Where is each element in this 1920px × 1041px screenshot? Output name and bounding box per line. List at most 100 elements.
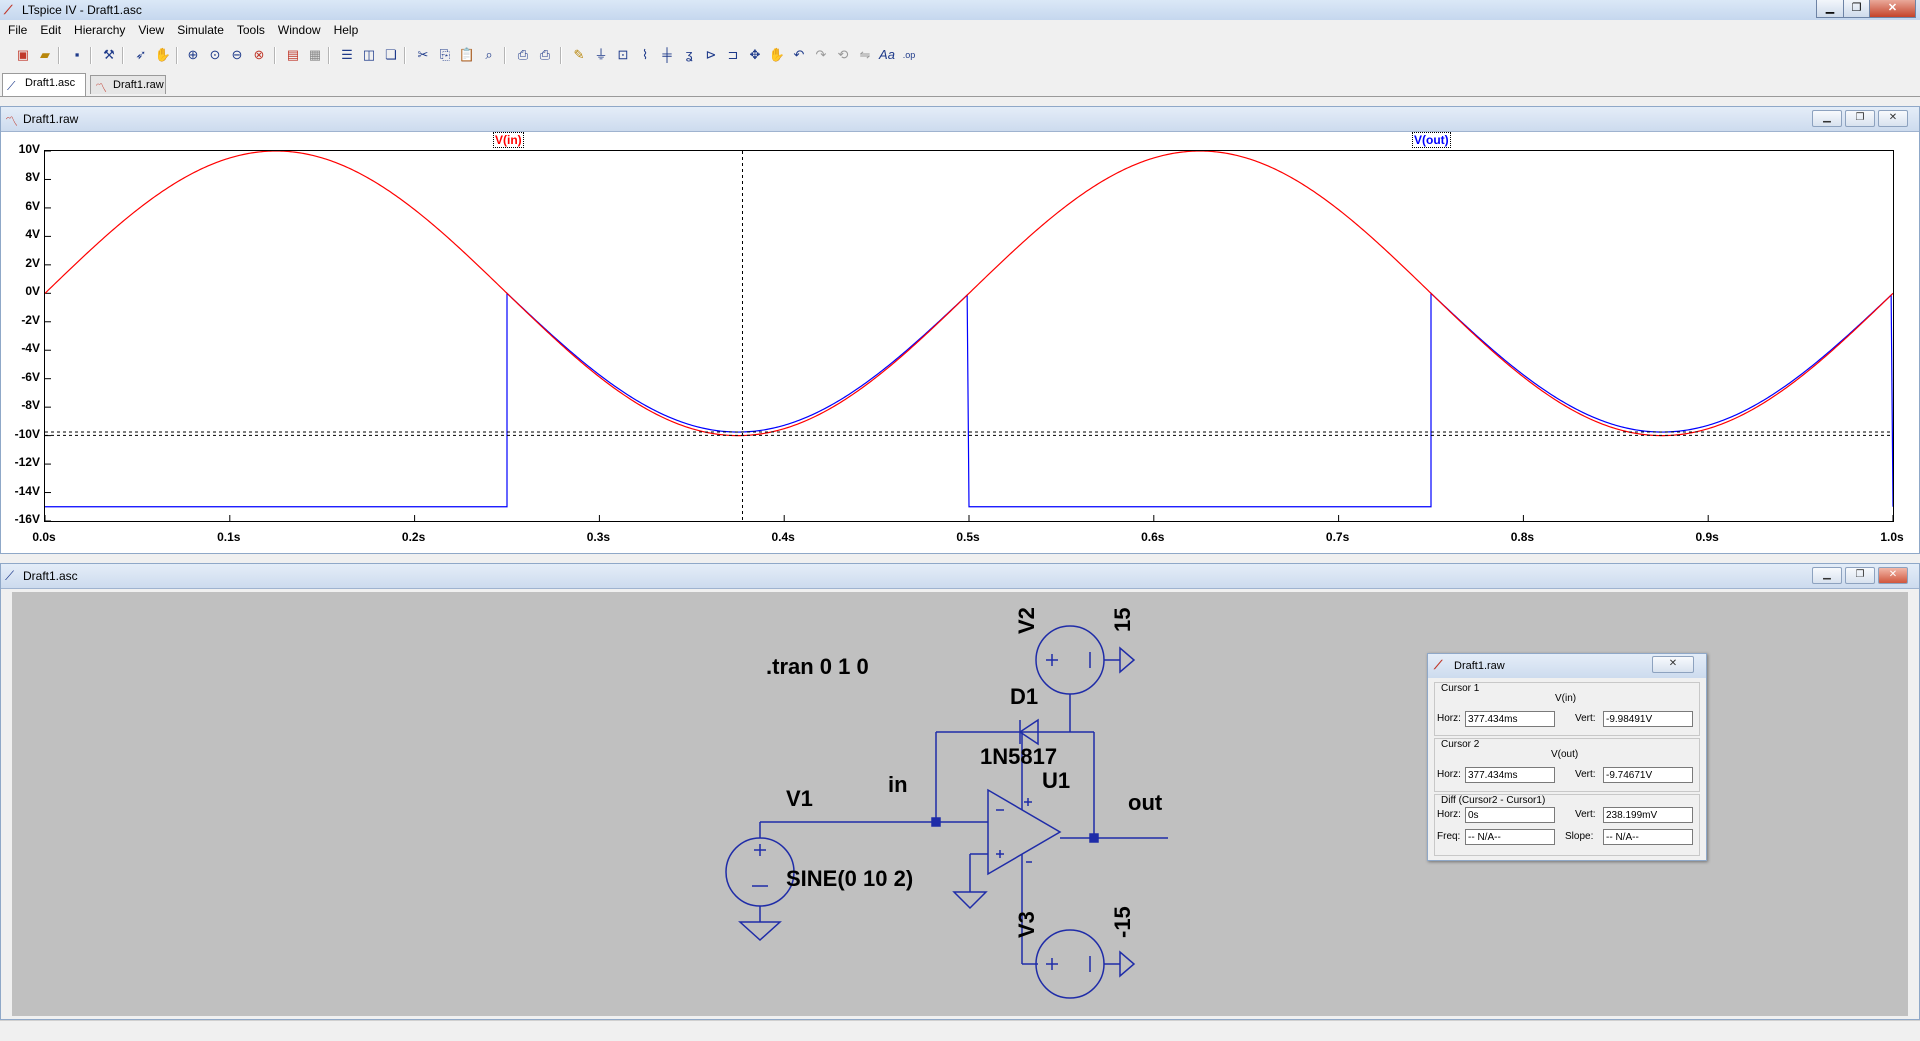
copy-icon[interactable]: ⎘ [436,46,454,64]
diff-slope-field[interactable]: -- N/A-- [1603,829,1693,845]
mdi-close-button[interactable]: ✕ [1878,567,1908,584]
menu-help[interactable]: Help [326,20,364,37]
autorange-icon[interactable]: ▤ [284,46,302,64]
mdi-close-button[interactable]: ✕ [1878,110,1908,127]
document-tabs: ⟋ Draft1.asc 〽 Draft1.raw [0,73,1920,97]
label-v3[interactable]: V3 [1014,911,1040,938]
text-icon[interactable]: Aa [878,46,896,64]
cursor-dialog: ⟋ Draft1.raw ✕ Cursor 1 V(in) Horz: 377.… [1427,653,1707,861]
save-icon[interactable]: ▪ [68,46,86,64]
diff-vert-field[interactable]: 238.199mV [1603,807,1693,823]
cursor-dialog-close-button[interactable]: ✕ [1652,656,1694,673]
draw-wire-icon[interactable]: ✎ [570,46,588,64]
trace-label-vout[interactable]: V(out) [1412,132,1451,148]
y-tick-label: -14V [14,483,40,498]
new-schematic-icon[interactable]: ▣ [14,46,32,64]
find-icon[interactable]: ⌕ [480,46,498,64]
label-v3-value[interactable]: -15 [1110,906,1136,938]
inductor-icon[interactable]: ʓ [680,46,698,64]
tile-horizontal-icon[interactable]: ☰ [338,46,356,64]
close-button[interactable]: ✕ [1869,0,1916,18]
ground-icon[interactable]: ⏚ [592,46,610,64]
minimize-button[interactable]: ▁ [1816,0,1844,18]
mdi-minimize-button[interactable]: ▁ [1812,110,1842,127]
maximize-button[interactable]: ❐ [1843,0,1870,18]
pan-icon[interactable]: ⊙ [206,46,224,64]
run-icon[interactable]: ➶ [132,46,150,64]
horz-label: Horz: [1437,713,1461,724]
print-setup-icon[interactable]: ⎙ [514,46,532,64]
zoom-in-icon[interactable]: ⊕ [184,46,202,64]
cascade-icon[interactable]: ❏ [382,46,400,64]
label-v1-value[interactable]: SINE(0 10 2) [786,866,913,892]
undo-icon[interactable]: ↶ [790,46,808,64]
rotate-icon[interactable]: ⟲ [834,46,852,64]
spice-directive[interactable]: .tran 0 1 0 [766,654,869,680]
label-net-icon[interactable]: ⊡ [614,46,632,64]
menu-edit[interactable]: Edit [32,20,66,37]
cursor1-trace: V(in) [1555,693,1577,704]
label-v2[interactable]: V2 [1014,607,1040,634]
x-tick-label: 0.6s [1141,530,1165,544]
diode-icon[interactable]: ⊳ [702,46,720,64]
toolbar: ▣ ▰ ▪ ⚒ ➶ ✋ ⊕ ⊙ ⊖ ⊗ ▤ ▦ ☰ ◫ ❏ ✂ ⎘ 📋 ⌕ ⎙ … [0,43,1920,69]
component-icon[interactable]: ⊐ [724,46,742,64]
print-icon[interactable]: ⎙ [536,46,554,64]
grid-icon[interactable]: ▦ [306,46,324,64]
schematic-icon: ⟋ [5,568,15,583]
menu-window[interactable]: Window [270,20,326,37]
cursor2-horz-field[interactable]: 377.434ms [1465,767,1555,783]
cursor1-vert-field[interactable]: -9.98491V [1603,711,1693,727]
waveform-icon: 〽 [5,114,19,129]
label-u1[interactable]: U1 [1042,768,1070,794]
capacitor-icon[interactable]: ╪ [658,46,676,64]
menu-tools[interactable]: Tools [229,20,270,37]
menu-file[interactable]: File [0,20,32,37]
trace-label-vin[interactable]: V(in) [493,132,524,148]
menu-view[interactable]: View [130,20,169,37]
cut-icon[interactable]: ✂ [414,46,432,64]
tab-draft1-asc[interactable]: ⟋ Draft1.asc [2,73,86,96]
label-v1[interactable]: V1 [786,786,813,812]
x-tick-label: 0.0s [32,530,56,544]
label-v2-value[interactable]: 15 [1110,608,1136,632]
cursor2-trace: V(out) [1551,749,1579,760]
waveform-plot[interactable] [44,150,1894,522]
cursor1-horz-field[interactable]: 377.434ms [1465,711,1555,727]
mdi-restore-button[interactable]: ❐ [1845,567,1875,584]
halt-icon[interactable]: ✋ [154,46,172,64]
control-panel-icon[interactable]: ⚒ [100,46,118,64]
zoom-fit-icon[interactable]: ⊗ [250,46,268,64]
diff-heading: Diff (Cursor2 - Cursor1) [1441,795,1546,806]
mdi-minimize-button[interactable]: ▁ [1812,567,1842,584]
y-tick-label: 6V [25,198,40,213]
schematic-icon: ⟋ [7,79,16,93]
net-label-out[interactable]: out [1128,790,1162,816]
trace-vin [45,151,1893,437]
menu-hierarchy[interactable]: Hierarchy [66,20,130,37]
diff-freq-field[interactable]: -- N/A-- [1465,829,1555,845]
tab-draft1-raw[interactable]: 〽 Draft1.raw [90,75,166,95]
cursor2-vert-field[interactable]: -9.74671V [1603,767,1693,783]
mdi-restore-button[interactable]: ❐ [1845,110,1875,127]
spice-directive-icon[interactable]: .op [900,46,918,64]
resistor-icon[interactable]: ⌇ [636,46,654,64]
menu-simulate[interactable]: Simulate [169,20,229,37]
mirror-icon[interactable]: ⇋ [856,46,874,64]
diff-horz-field[interactable]: 0s [1465,807,1555,823]
drag-icon[interactable]: ✋ [768,46,786,64]
label-diode-model[interactable]: 1N5817 [980,744,1057,770]
label-d1[interactable]: D1 [1010,684,1038,710]
redo-icon[interactable]: ↷ [812,46,830,64]
zoom-out-icon[interactable]: ⊖ [228,46,246,64]
open-icon[interactable]: ▰ [36,46,54,64]
paste-icon[interactable]: 📋 [458,46,476,64]
waveform-window-title: Draft1.raw [23,112,79,126]
cursor-dialog-title: Draft1.raw [1454,660,1505,672]
x-tick-label: 0.8s [1510,530,1535,544]
cursor2-heading: Cursor 2 [1441,739,1480,750]
move-icon[interactable]: ✥ [746,46,764,64]
tile-vertical-icon[interactable]: ◫ [360,46,378,64]
vert-label: Vert: [1575,809,1596,820]
net-label-in[interactable]: in [888,772,908,798]
